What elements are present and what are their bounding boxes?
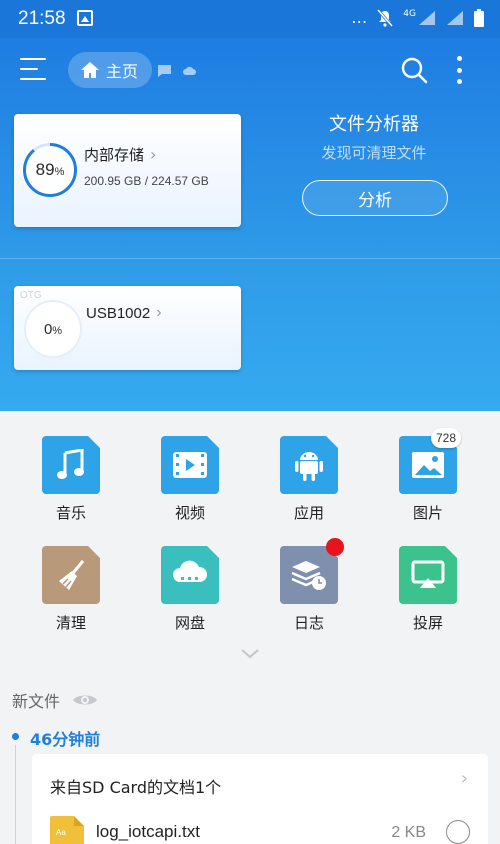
image-count-badge: 728 [431,428,461,448]
menu-button[interactable] [20,58,48,82]
broom-icon [42,546,100,604]
select-checkbox[interactable] [446,820,470,844]
usb-usage-ring: 0% [26,302,80,356]
chevron-right-icon: › [156,304,162,321]
list-item[interactable]: Aa log_iotcapi.txt 2 KB [50,814,470,844]
category-label: 投屏 [412,614,443,632]
image-notification-icon [77,10,93,26]
timeline-line [15,745,16,844]
chat-icon[interactable] [157,64,172,77]
toolbar: 主页 [0,38,500,102]
category-cloud-drive[interactable]: 网盘 [140,546,240,633]
category-label: 清理 [55,614,86,632]
otg-label: OTG [20,290,42,301]
file-size: 2 KB [391,824,426,841]
category-images[interactable]: 728 图片 [378,428,478,523]
timeline-dot [12,733,19,740]
cast-icon [399,546,457,604]
status-bar: 21:58 … 4G [0,0,500,38]
file-name: log_iotcapi.txt [96,822,200,841]
new-files-header: 新文件 [12,688,98,712]
more-notifications-icon: … [351,8,368,27]
analyzer-title: 文件分析器 [329,114,419,135]
home-icon [81,62,99,78]
chevron-right-icon: › [460,768,468,789]
internal-storage-title: 内部存储 › [84,145,157,164]
log-icon [280,538,344,604]
status-icons: … 4G [351,8,484,27]
category-label: 日志 [293,614,324,632]
internal-storage-usage: 200.95 GB / 224.57 GB [84,174,209,188]
mute-icon [377,8,394,27]
divider [0,258,500,259]
category-video[interactable]: 视频 [140,436,240,523]
category-label: 应用 [293,504,324,522]
music-icon [42,436,100,494]
usb-usage-percent: 0% [43,320,63,338]
category-music[interactable]: 音乐 [21,436,121,523]
category-label: 网盘 [174,614,205,632]
cloud-icon [161,546,219,604]
usb-storage-title: USB1002 › [86,304,162,322]
search-icon[interactable] [400,56,428,84]
more-options-button[interactable] [452,56,466,84]
network-type: 4G [403,8,416,19]
usb-storage-card[interactable]: OTG 0% USB1002 › [14,286,241,370]
android-icon [280,436,338,494]
chevron-down-icon[interactable] [241,648,259,660]
usage-percent: 89% [35,160,65,179]
file-analyzer: 文件分析器 发现可清理文件 [270,110,478,163]
internal-storage-card[interactable]: 89% 内部存储 › 200.95 GB / 224.57 GB [14,114,241,227]
category-label: 图片 [412,504,443,522]
new-files-time: 46分钟前 [30,730,101,749]
analyzer-subtitle: 发现可清理文件 [321,144,427,162]
category-grid: 音乐 视频 应用 728 图片 清理 网盘 日志 投屏 [0,411,500,651]
quick-icons [157,64,197,77]
video-icon [161,436,219,494]
category-logs[interactable]: 日志 [259,538,359,633]
category-cleanup[interactable]: 清理 [21,546,121,633]
battery-icon [474,8,484,27]
analyze-button[interactable]: 分析 [302,180,448,216]
cloud-icon[interactable] [182,64,197,77]
signal-icon [419,10,435,25]
new-log-dot [326,538,344,556]
category-label: 音乐 [55,504,86,522]
home-label: 主页 [106,62,139,81]
category-cast[interactable]: 投屏 [378,546,478,633]
text-file-icon: Aa [50,816,84,844]
file-group-title: 来自SD Card的文档1个 [50,778,222,797]
home-tab[interactable]: 主页 [68,52,152,88]
file-group-card[interactable]: 来自SD Card的文档1个 › Aa log_iotcapi.txt 2 KB [32,754,488,844]
category-apps[interactable]: 应用 [259,436,359,523]
new-files-title: 新文件 [12,692,61,711]
image-icon: 728 [399,428,461,494]
signal-icon-2 [447,10,463,25]
status-time: 21:58 [18,8,66,29]
storage-usage-ring: 89% [22,142,78,198]
storage-header: 主页 89% 内部存储 › 200.95 GB / 224.57 GB 文件分析器… [0,38,500,411]
chevron-right-icon: › [150,145,157,164]
category-label: 视频 [174,504,205,522]
eye-icon[interactable] [72,692,98,708]
